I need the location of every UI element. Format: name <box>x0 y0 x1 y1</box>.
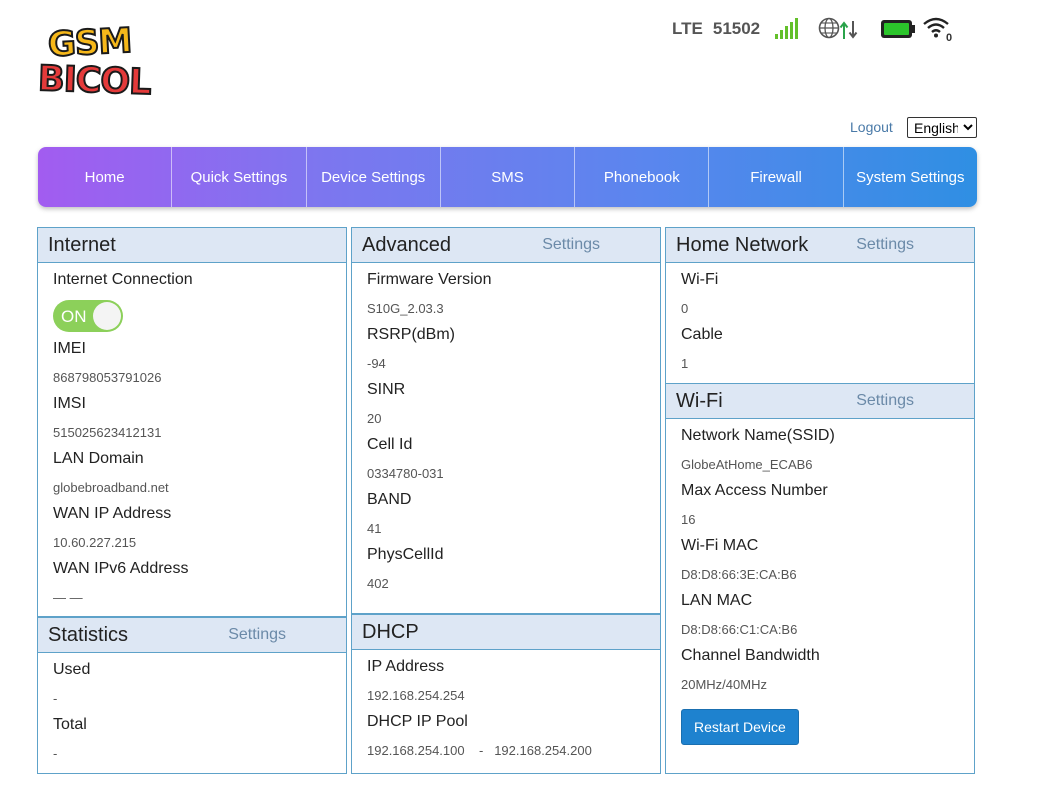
wifi-mac-label: Wi-Fi MAC <box>681 537 759 554</box>
nav-home[interactable]: Home <box>38 147 173 207</box>
dhcp-ip-label: IP Address <box>367 658 445 675</box>
internet-panel-title: Internet <box>48 233 116 256</box>
home-wifi-value: 0 <box>681 301 689 316</box>
home-wifi-label: Wi-Fi <box>681 271 719 288</box>
imei-value: 868798053791026 <box>53 370 162 385</box>
statistics-panel: Statistics Settings Used - Total - <box>37 617 347 774</box>
total-label: Total <box>53 716 87 733</box>
toggle-state-label: ON <box>61 307 87 326</box>
nav-system-settings[interactable]: System Settings <box>844 147 977 207</box>
sinr-label: SINR <box>367 381 406 398</box>
logout-link[interactable]: Logout <box>850 119 893 135</box>
statistics-settings-link[interactable]: Settings <box>228 626 286 644</box>
main-nav: Home Quick Settings Device Settings SMS … <box>38 147 977 207</box>
language-select[interactable]: English <box>907 117 977 138</box>
home-network-panel: Home Network Settings Wi-Fi 0 Cable 1 <box>665 227 975 384</box>
statistics-panel-title: Statistics <box>48 623 129 646</box>
lan-domain-label: LAN Domain <box>53 450 144 467</box>
signal-bars-icon <box>775 18 799 39</box>
home-network-panel-header: Home Network Settings <box>666 228 974 263</box>
wifi-panel: Wi-Fi Settings Network Name(SSID) GlobeA… <box>665 383 975 774</box>
ssid-label: Network Name(SSID) <box>681 427 835 444</box>
lan-mac-label: LAN MAC <box>681 592 753 609</box>
total-value: - <box>53 746 58 761</box>
gsm-bicol-logo: GSM BICOL <box>36 20 152 104</box>
wan-ip-label: WAN IP Address <box>53 505 172 522</box>
wan-ipv6-value: — — <box>53 590 83 605</box>
imei-label: IMEI <box>53 340 86 357</box>
wifi-panel-title: Wi-Fi <box>676 389 723 412</box>
network-type: LTE <box>672 19 703 38</box>
home-cable-value: 1 <box>681 356 689 371</box>
rsrp-value: -94 <box>367 356 386 371</box>
wifi-panel-header: Wi-Fi Settings <box>666 384 974 419</box>
advanced-panel: Advanced Settings Firmware Version S10G_… <box>351 227 661 614</box>
wan-ip-value: 10.60.227.215 <box>53 535 137 550</box>
physcell-value: 402 <box>367 576 389 591</box>
dhcp-ip-value: 192.168.254.254 <box>367 688 465 703</box>
dhcp-pool-label: DHCP IP Pool <box>367 713 468 730</box>
firmware-value: S10G_2.03.3 <box>367 301 444 316</box>
lan-mac-value: D8:D8:66:C1:CA:B6 <box>681 622 798 637</box>
cell-id-label: Cell Id <box>367 436 413 453</box>
nav-sms[interactable]: SMS <box>441 147 576 207</box>
nav-firewall[interactable]: Firewall <box>709 147 844 207</box>
home-network-panel-title: Home Network <box>676 233 809 256</box>
sinr-value: 20 <box>367 411 382 426</box>
max-access-label: Max Access Number <box>681 482 828 499</box>
cell-id-value: 0334780-031 <box>367 466 444 481</box>
status-bar: LTE 51502 0 <box>672 16 954 44</box>
used-label: Used <box>53 661 91 678</box>
advanced-panel-title: Advanced <box>362 233 451 256</box>
wan-ipv6-label: WAN IPv6 Address <box>53 560 189 577</box>
max-access-value: 16 <box>681 512 696 527</box>
wifi-mac-value: D8:D8:66:3E:CA:B6 <box>681 567 797 582</box>
internet-connection-label: Internet Connection <box>53 271 193 288</box>
operator-code: 51502 <box>712 19 761 38</box>
band-value: 41 <box>367 521 382 536</box>
toggle-knob <box>93 302 121 330</box>
bandwidth-value: 20MHz/40MHz <box>681 677 767 692</box>
physcell-label: PhysCellId <box>367 546 444 563</box>
battery-icon <box>881 20 916 38</box>
globe-data-icon <box>818 17 858 39</box>
dhcp-panel-header: DHCP <box>352 615 660 650</box>
ssid-value: GlobeAtHome_ECAB6 <box>681 457 813 472</box>
band-label: BAND <box>367 491 412 508</box>
dhcp-panel: DHCP IP Address 192.168.254.254 DHCP IP … <box>351 614 661 774</box>
wifi-client-count: 0 <box>946 32 953 44</box>
rsrp-label: RSRP(dBm) <box>367 326 456 343</box>
restart-device-button[interactable]: Restart Device <box>681 709 799 745</box>
wifi-settings-link[interactable]: Settings <box>856 392 914 410</box>
imsi-label: IMSI <box>53 395 86 412</box>
used-value: - <box>53 691 58 706</box>
advanced-panel-header: Advanced Settings <box>352 228 660 263</box>
internet-panel: Internet Internet Connection ON IMEI 868… <box>37 227 347 617</box>
firmware-label: Firmware Version <box>367 271 492 288</box>
logo-line-2: BICOL <box>36 58 152 104</box>
statistics-panel-header: Statistics Settings <box>38 618 346 653</box>
internet-connection-toggle[interactable]: ON <box>53 300 123 332</box>
home-network-settings-link[interactable]: Settings <box>856 236 914 254</box>
logo-line-1: GSM <box>46 20 133 66</box>
home-cable-label: Cable <box>681 326 723 343</box>
internet-panel-header: Internet <box>38 228 346 263</box>
bandwidth-label: Channel Bandwidth <box>681 647 820 664</box>
nav-device-settings[interactable]: Device Settings <box>307 147 441 207</box>
lan-domain-value: globebroadband.net <box>53 480 169 495</box>
imsi-value: 515025623412131 <box>53 425 162 440</box>
nav-phonebook[interactable]: Phonebook <box>575 147 710 207</box>
dhcp-panel-title: DHCP <box>362 620 419 643</box>
wifi-icon: 0 <box>922 16 954 44</box>
dhcp-pool-value: 192.168.254.100 - 192.168.254.200 <box>367 743 592 758</box>
nav-quick-settings[interactable]: Quick Settings <box>172 147 307 207</box>
advanced-settings-link[interactable]: Settings <box>542 236 600 254</box>
